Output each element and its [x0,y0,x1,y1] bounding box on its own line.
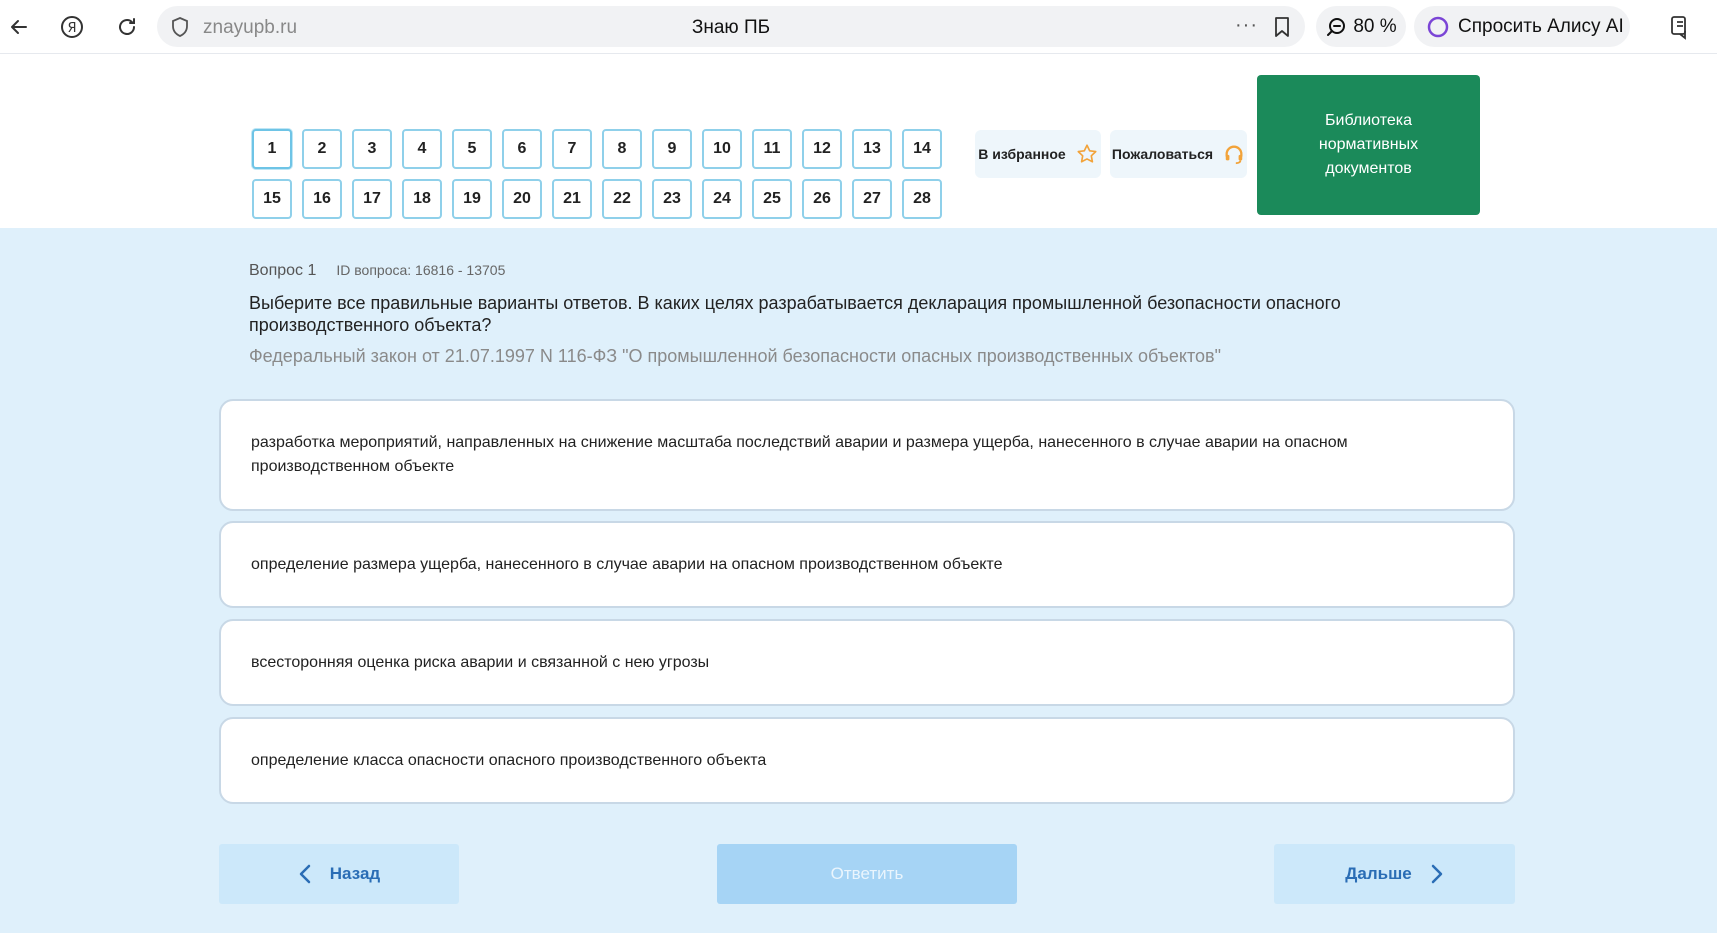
question-number-20[interactable]: 20 [502,179,542,219]
favorite-label: В избранное [978,146,1066,162]
answer-option-4[interactable]: определение класса опасности опасного пр… [219,717,1515,804]
question-number-8[interactable]: 8 [602,129,642,169]
question-number-22[interactable]: 22 [602,179,642,219]
next-button[interactable]: Дальше [1274,844,1515,904]
question-number-19[interactable]: 19 [452,179,492,219]
question-number-17[interactable]: 17 [352,179,392,219]
alice-icon [1427,16,1449,37]
question-number-12[interactable]: 12 [802,129,842,169]
question-number-13[interactable]: 13 [852,129,892,169]
question-number-23[interactable]: 23 [652,179,692,219]
question-number-4[interactable]: 4 [402,129,442,169]
question-number-3[interactable]: 3 [352,129,392,169]
chevron-right-icon [1431,864,1442,884]
question-number-9[interactable]: 9 [652,129,692,169]
question-number-14[interactable]: 14 [902,129,942,169]
bookmark-icon[interactable] [1273,16,1291,38]
question-number-6[interactable]: 6 [502,129,542,169]
question-number-28[interactable]: 28 [902,179,942,219]
report-button[interactable]: Пожаловаться [1110,130,1247,178]
yandex-logo-icon[interactable]: Я [57,12,87,42]
question-number-2[interactable]: 2 [302,129,342,169]
more-icon[interactable]: ··· [1235,14,1258,37]
alice-ai-button[interactable]: Спросить Алису AI [1414,6,1630,47]
back-label: Назад [329,864,381,883]
library-button[interactable]: Библиотека нормативных документов [1257,75,1480,215]
question-number-27[interactable]: 27 [852,179,892,219]
star-icon [1077,144,1097,163]
answer-option-1[interactable]: разработка мероприятий, направленных на … [219,399,1515,511]
submit-label: Ответить [830,864,904,883]
report-label: Пожаловаться [1111,146,1214,162]
question-source: Федеральный закон от 21.07.1997 N 116-ФЗ… [249,346,1222,366]
next-label: Дальше [1345,864,1412,883]
question-number-26[interactable]: 26 [802,179,842,219]
question-id: ID вопроса: 16816 - 13705 [336,262,506,278]
question-number-11[interactable]: 11 [752,129,792,169]
favorite-button[interactable]: В избранное [975,130,1101,178]
headset-icon [1225,145,1243,165]
chevron-left-icon [299,864,311,884]
question-number-10[interactable]: 10 [702,129,742,169]
search-zoom-icon [1327,17,1346,36]
tab-title: Знаю ПБ [691,17,771,38]
answer-text: разработка мероприятий, направленных на … [251,434,1348,475]
question-number-1[interactable]: 1 [252,129,292,169]
address-bar[interactable]: znayupb.ru Знаю ПБ ··· [157,6,1305,47]
zoom-level: 80 % [1353,15,1397,37]
answer-text: определение класса опасности опасного пр… [251,751,767,769]
question-label: Вопрос 1 [249,262,317,279]
reload-icon[interactable] [112,12,142,42]
question-number-5[interactable]: 5 [452,129,492,169]
answer-text: определение размера ущерба, нанесенного … [251,555,1003,573]
question-number-24[interactable]: 24 [702,179,742,219]
question-number-16[interactable]: 16 [302,179,342,219]
browser-toolbar: Я znayupb.ru Знаю ПБ ··· 80 % Спросить А… [0,0,1717,54]
answer-option-3[interactable]: всесторонняя оценка риска аварии и связа… [219,619,1515,706]
question-number-25[interactable]: 25 [752,179,792,219]
library-label: Библиотека нормативных документов [1318,112,1419,177]
back-button[interactable]: Назад [219,844,459,904]
zoom-button[interactable]: 80 % [1316,6,1406,47]
question-number-7[interactable]: 7 [552,129,592,169]
back-arrow-icon[interactable] [4,12,34,42]
svg-text:Я: Я [67,21,76,36]
sidebar-icon[interactable] [1668,14,1694,40]
alice-label: Спросить Алису AI [1458,15,1624,37]
answer-text: всесторонняя оценка риска аварии и связа… [251,653,710,671]
question-number-15[interactable]: 15 [252,179,292,219]
question-area: Вопрос 1 ID вопроса: 16816 - 13705 Выбер… [0,228,1717,933]
question-number-21[interactable]: 21 [552,179,592,219]
question-text: Выберите все правильные варианты ответов… [249,293,1341,335]
question-header: Вопрос 1 ID вопроса: 16816 - 13705 [249,262,505,280]
submit-button[interactable]: Ответить [717,844,1017,904]
answer-option-2[interactable]: определение размера ущерба, нанесенного … [219,521,1515,608]
question-number-18[interactable]: 18 [402,179,442,219]
